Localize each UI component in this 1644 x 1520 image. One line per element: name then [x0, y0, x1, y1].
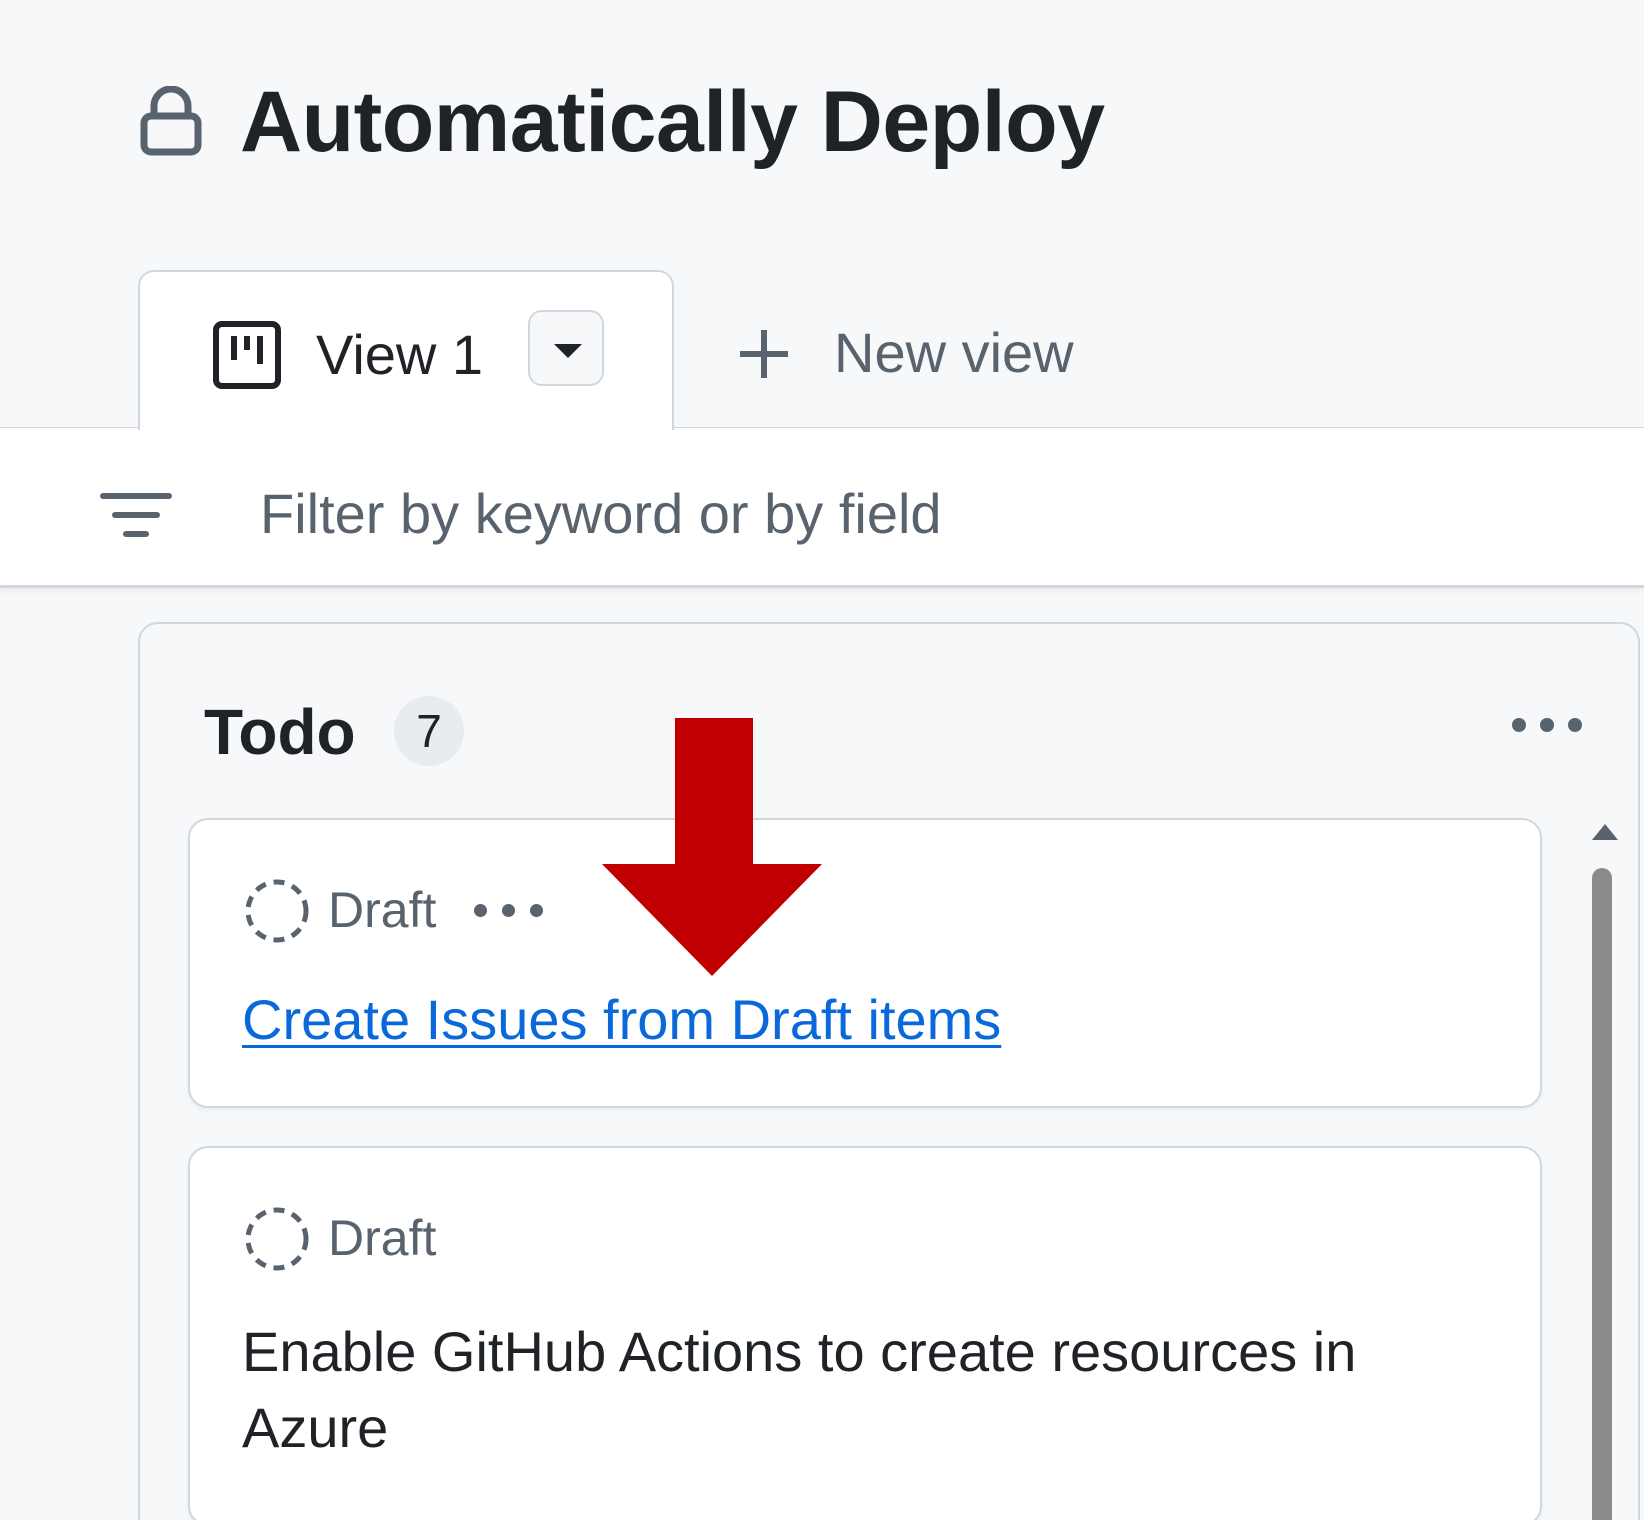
view-tabs: View 1 New view [0, 270, 1644, 430]
annotation-arrow-icon [602, 718, 822, 976]
column-options-kebab-icon[interactable] [1508, 714, 1588, 744]
board-card[interactable]: Draft Enable GitHub Actions to create re… [188, 1146, 1542, 1520]
triangle-down-icon [554, 344, 582, 358]
filter-bar [0, 428, 1644, 588]
scroll-up-arrow-icon[interactable] [1590, 822, 1620, 842]
project-board-icon [213, 321, 281, 389]
tab-view-1[interactable]: View 1 [138, 270, 674, 430]
filter-icon[interactable] [100, 490, 172, 540]
menu-dot [1540, 718, 1554, 732]
draft-label: Draft [328, 882, 437, 938]
draft-circle-icon [245, 879, 309, 943]
filter-input[interactable] [260, 468, 1560, 558]
card-options-kebab-icon[interactable] [472, 900, 552, 924]
draft-label: Draft [328, 1210, 437, 1266]
menu-dot [530, 904, 543, 917]
menu-dot [1568, 718, 1582, 732]
project-title: Automatically Deploy [240, 74, 1105, 170]
menu-dot [474, 904, 487, 917]
view-options-dropdown-button[interactable] [528, 310, 604, 386]
tab-view-1-label: View 1 [316, 323, 484, 386]
menu-dot [502, 904, 515, 917]
new-view-label: New view [834, 321, 1074, 384]
menu-dot [1512, 718, 1526, 732]
draft-circle-icon [245, 1207, 309, 1271]
plus-icon [740, 330, 788, 378]
scrollbar-thumb[interactable] [1592, 868, 1612, 1520]
card-title-link[interactable]: Create Issues from Draft items [242, 984, 1001, 1056]
project-board-page: Automatically Deploy View 1 New view Fil… [0, 0, 1644, 1520]
item-count-badge: 7 [394, 696, 464, 766]
lock-icon [140, 86, 202, 156]
project-header: Automatically Deploy [0, 0, 1644, 260]
todo-column: Todo 7 Draft Create Issues from Draft it… [138, 622, 1640, 1520]
column-title: Todo [204, 696, 356, 768]
card-title[interactable]: Enable GitHub Actions to create resource… [242, 1314, 1482, 1466]
board-card[interactable]: Draft Create Issues from Draft items [188, 818, 1542, 1108]
